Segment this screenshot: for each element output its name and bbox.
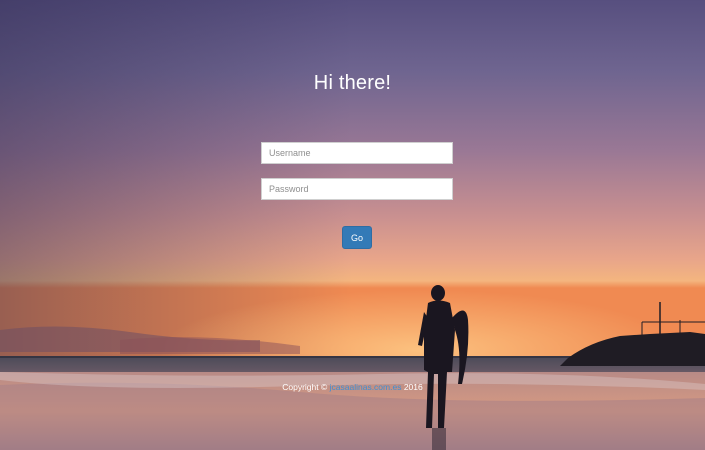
footer-site-link[interactable]: jcasaalinas.com.es <box>330 382 402 392</box>
page-title: Hi there! <box>313 72 392 94</box>
footer: Copyright © jcasaalinas.com.es 2016 <box>0 382 705 392</box>
username-input[interactable] <box>261 142 453 164</box>
go-button[interactable]: Go <box>342 226 372 249</box>
password-input[interactable] <box>261 178 453 200</box>
login-form <box>261 142 453 200</box>
copyright-year: 2016 <box>403 382 423 392</box>
copyright-prefix: Copyright © <box>282 382 328 392</box>
